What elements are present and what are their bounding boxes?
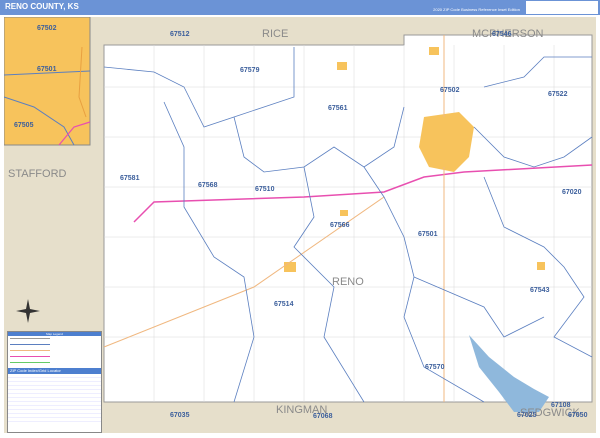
zip-label: 67068 [313, 413, 333, 420]
zip-label: 67543 [530, 287, 550, 294]
zip-label: 67108 [551, 402, 571, 409]
zip-label: 67035 [170, 412, 190, 419]
zip-label: 67570 [425, 364, 445, 371]
hutchinson-inset: 67502 67501 67505 [3, 16, 91, 146]
town-area [284, 262, 296, 272]
map-title: RENO COUNTY, KS [5, 2, 79, 11]
zip-label: 67050 [568, 412, 588, 419]
zip-label: 67025 [517, 412, 537, 419]
zip-label: 67568 [198, 182, 218, 189]
zip-label: 67502 [440, 87, 460, 94]
inset-zip-label: 67502 [37, 25, 57, 32]
zip-label: 67512 [170, 31, 190, 38]
reno-county-area [103, 34, 593, 403]
header-bar: RENO COUNTY, KS 2020 ZIP Code Business R… [0, 0, 600, 15]
zip-label: 67522 [548, 91, 568, 98]
zip-label: 67566 [330, 222, 350, 229]
county-label: STAFFORD [8, 168, 67, 180]
zip-label: 67561 [328, 105, 348, 112]
zip-label: 67510 [255, 186, 275, 193]
map-legend: Map Legend ZIP Code Index/Grid Locator [7, 331, 102, 433]
zip-label: 67546 [492, 31, 512, 38]
inset-zip-label: 67505 [14, 122, 34, 129]
town-area [340, 210, 348, 216]
edition-label: 2020 ZIP Code Business Reference Inset E… [433, 7, 520, 12]
county-label: RICE [262, 28, 288, 40]
zip-label: 67020 [562, 189, 582, 196]
zip-label: 67514 [274, 301, 294, 308]
town-area [337, 62, 347, 70]
inset-zip-label: 67501 [37, 66, 57, 73]
zip-label: 67501 [418, 231, 438, 238]
publisher-logo [526, 1, 598, 14]
county-label: RENO [332, 276, 364, 288]
zip-label: 67579 [240, 67, 260, 74]
town-area [537, 262, 545, 270]
town-area [429, 47, 439, 55]
zip-label: 67581 [120, 175, 140, 182]
zip-index-table [8, 374, 101, 422]
legend-title: Map Legend [8, 332, 101, 336]
